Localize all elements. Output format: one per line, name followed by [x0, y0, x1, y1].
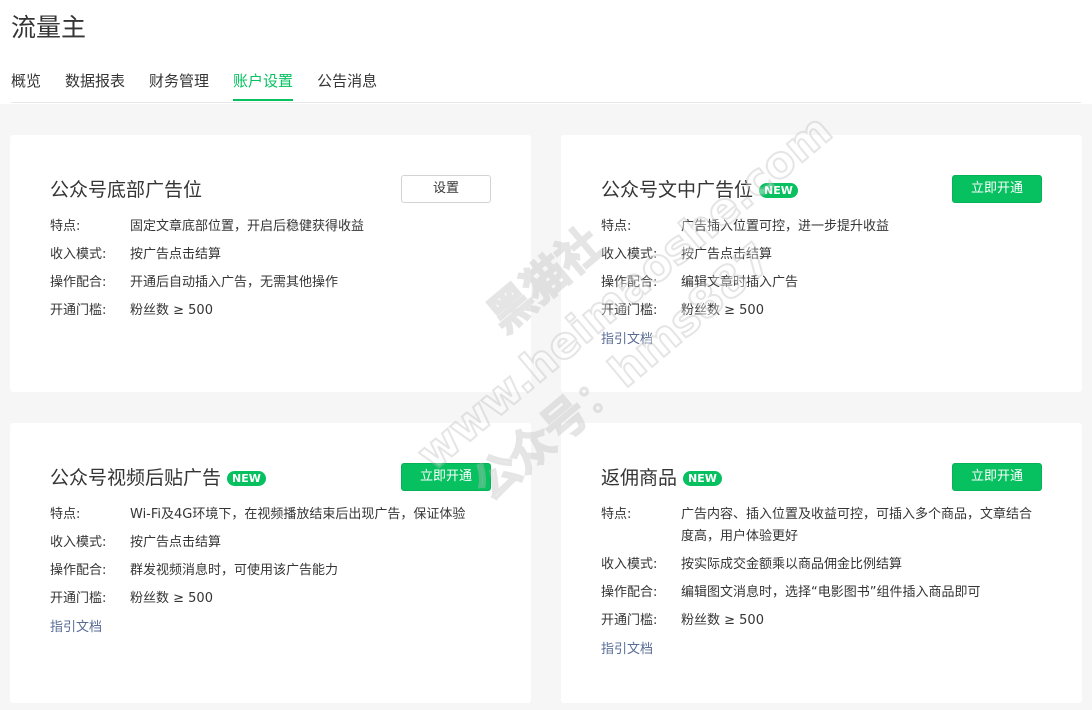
detail-row: 收入模式: 按实际成交金额乘以商品佣金比例结算: [601, 554, 1042, 576]
card-title: 公众号底部广告位: [50, 179, 203, 201]
ad-card-bottom: 公众号底部广告位 设置 特点: 固定文章底部位置，开启后稳健获得收益 收入模式:…: [10, 135, 531, 392]
detail-row: 收入模式: 按广告点击结算: [50, 532, 491, 554]
detail-row: 收入模式: 按广告点击结算: [50, 244, 491, 266]
detail-row: 特点: Wi-Fi及4G环境下，在视频播放结束后出现广告，保证体验: [50, 504, 491, 526]
detail-row: 收入模式: 按广告点击结算: [601, 244, 1042, 266]
detail-row: 开通门槛: 粉丝数 ≥ 500: [50, 300, 491, 322]
card-header: 公众号底部广告位 设置: [50, 175, 491, 205]
main-content: 公众号底部广告位 设置 特点: 固定文章底部位置，开启后稳健获得收益 收入模式:…: [0, 104, 1092, 710]
detail-row: 特点: 广告内容、插入位置及收益可控，可插入多个商品，文章结合度高，用户体验更好: [601, 504, 1042, 548]
detail-label: 收入模式:: [50, 535, 107, 550]
detail-label: 操作配合:: [50, 563, 107, 578]
detail-label: 开通门槛:: [50, 591, 107, 606]
card-details: 特点: 广告插入位置可控，进一步提升收益 收入模式: 按广告点击结算 操作配合:…: [601, 216, 1042, 322]
guide-doc-link[interactable]: 指引文档: [50, 617, 102, 639]
detail-row: 开通门槛: 粉丝数 ≥ 500: [601, 610, 1042, 632]
card-details: 特点: 广告内容、插入位置及收益可控，可插入多个商品，文章结合度高，用户体验更好…: [601, 504, 1042, 632]
ad-card-in-article: 公众号文中广告位 NEW 立即开通 特点: 广告插入位置可控，进一步提升收益 收…: [561, 135, 1082, 392]
detail-value: 按实际成交金额乘以商品佣金比例结算: [681, 557, 903, 572]
new-badge: NEW: [227, 470, 266, 486]
detail-label: 特点:: [601, 507, 632, 522]
card-title: 公众号文中广告位: [601, 179, 754, 201]
detail-value: 按广告点击结算: [681, 247, 773, 262]
detail-value: 粉丝数 ≥ 500: [681, 303, 764, 318]
detail-value: 粉丝数 ≥ 500: [130, 303, 213, 318]
detail-row: 开通门槛: 粉丝数 ≥ 500: [50, 588, 491, 610]
activate-button[interactable]: 立即开通: [952, 463, 1042, 491]
tab-announcements[interactable]: 公告消息: [317, 68, 377, 101]
detail-label: 开通门槛:: [50, 303, 107, 318]
detail-value: Wi-Fi及4G环境下，在视频播放结束后出现广告，保证体验: [130, 507, 466, 522]
card-header: 返佣商品 NEW 立即开通: [601, 463, 1042, 493]
new-badge: NEW: [683, 470, 722, 486]
card-header: 公众号视频后贴广告 NEW 立即开通: [50, 463, 491, 493]
tab-finance[interactable]: 财务管理: [149, 68, 209, 101]
detail-row: 特点: 固定文章底部位置，开启后稳健获得收益: [50, 216, 491, 238]
detail-label: 收入模式:: [601, 557, 658, 572]
card-details: 特点: 固定文章底部位置，开启后稳健获得收益 收入模式: 按广告点击结算 操作配…: [50, 216, 491, 322]
detail-label: 操作配合:: [601, 275, 658, 290]
detail-row: 特点: 广告插入位置可控，进一步提升收益: [601, 216, 1042, 238]
detail-value: 按广告点击结算: [130, 247, 222, 262]
detail-value: 开通后自动插入广告，无需其他操作: [130, 275, 339, 290]
page-header: 流量主 概览 数据报表 财务管理 账户设置 公告消息: [0, 0, 1092, 104]
guide-doc-link[interactable]: 指引文档: [601, 329, 653, 351]
card-header: 公众号文中广告位 NEW 立即开通: [601, 175, 1042, 205]
detail-label: 开通门槛:: [601, 303, 658, 318]
activate-button[interactable]: 立即开通: [401, 463, 491, 491]
detail-row: 操作配合: 编辑图文消息时，选择“电影图书”组件插入商品即可: [601, 582, 1042, 604]
detail-value: 群发视频消息时，可使用该广告能力: [130, 563, 339, 578]
detail-label: 操作配合:: [601, 585, 658, 600]
card-title: 公众号视频后贴广告: [50, 467, 222, 489]
detail-row: 操作配合: 编辑文章时插入广告: [601, 272, 1042, 294]
detail-row: 操作配合: 群发视频消息时，可使用该广告能力: [50, 560, 491, 582]
detail-value: 编辑文章时插入广告: [681, 275, 799, 290]
ad-card-commission-goods: 返佣商品 NEW 立即开通 特点: 广告内容、插入位置及收益可控，可插入多个商品…: [561, 423, 1082, 703]
detail-row: 操作配合: 开通后自动插入广告，无需其他操作: [50, 272, 491, 294]
detail-label: 特点:: [601, 219, 632, 234]
card-title: 返佣商品: [601, 467, 678, 489]
detail-label: 特点:: [50, 219, 81, 234]
tab-data-reports[interactable]: 数据报表: [65, 68, 125, 101]
detail-value: 按广告点击结算: [130, 535, 222, 550]
detail-label: 开通门槛:: [601, 613, 658, 628]
detail-value: 广告插入位置可控，进一步提升收益: [681, 219, 890, 234]
ad-card-video-post: 公众号视频后贴广告 NEW 立即开通 特点: Wi-Fi及4G环境下，在视频播放…: [10, 423, 531, 703]
detail-value: 广告内容、插入位置及收益可控，可插入多个商品，文章结合度高，用户体验更好: [681, 507, 1033, 544]
detail-value: 编辑图文消息时，选择“电影图书”组件插入商品即可: [681, 585, 981, 600]
detail-value: 固定文章底部位置，开启后稳健获得收益: [130, 219, 365, 234]
nav-tabs: 概览 数据报表 财务管理 账户设置 公告消息: [11, 68, 1081, 103]
detail-label: 收入模式:: [50, 247, 107, 262]
new-badge: NEW: [759, 182, 798, 198]
activate-button[interactable]: 立即开通: [952, 175, 1042, 203]
tab-overview[interactable]: 概览: [11, 68, 41, 101]
detail-label: 特点:: [50, 507, 81, 522]
card-details: 特点: Wi-Fi及4G环境下，在视频播放结束后出现广告，保证体验 收入模式: …: [50, 504, 491, 610]
detail-value: 粉丝数 ≥ 500: [130, 591, 213, 606]
guide-doc-link[interactable]: 指引文档: [601, 639, 653, 661]
page-title: 流量主: [11, 13, 87, 42]
tab-account-settings[interactable]: 账户设置: [233, 68, 294, 101]
detail-label: 操作配合:: [50, 275, 107, 290]
detail-value: 粉丝数 ≥ 500: [681, 613, 764, 628]
detail-row: 开通门槛: 粉丝数 ≥ 500: [601, 300, 1042, 322]
detail-label: 收入模式:: [601, 247, 658, 262]
settings-button[interactable]: 设置: [401, 175, 491, 203]
